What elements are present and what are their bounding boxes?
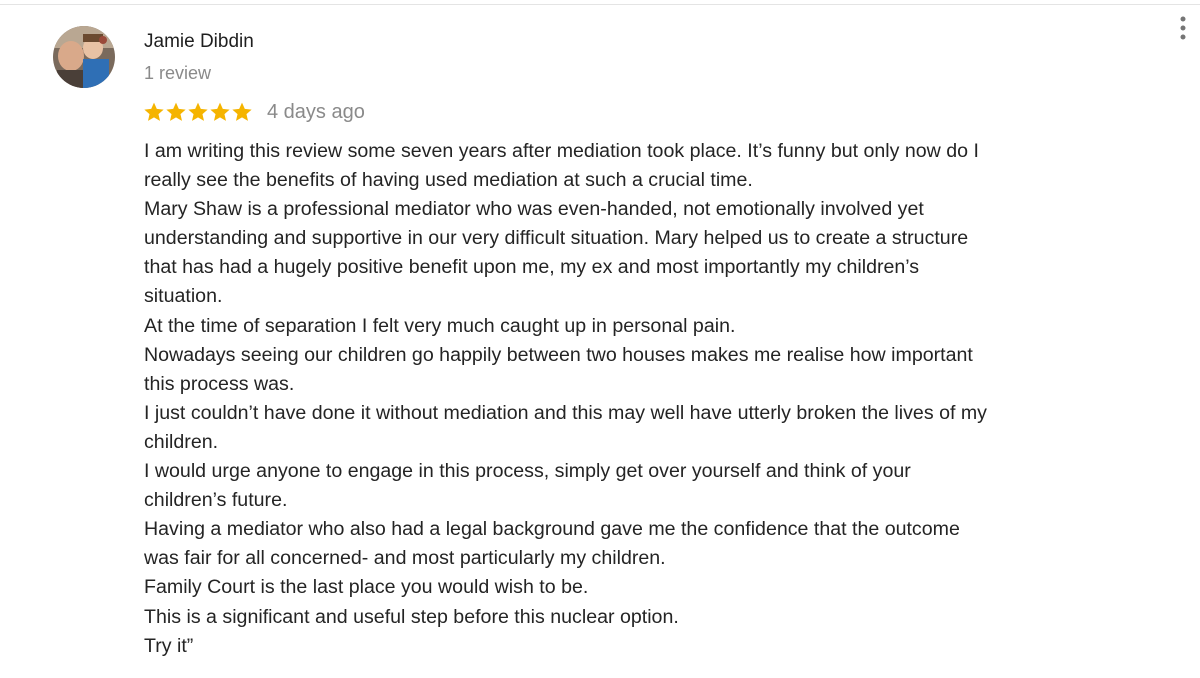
review-text-line: children. [144, 430, 219, 453]
top-divider [0, 4, 1200, 5]
avatar-photo [53, 26, 115, 88]
review-text-line: At the time of separation I felt very mu… [144, 314, 736, 337]
reviewer-name[interactable]: Jamie Dibdin [144, 31, 254, 53]
review-text-line: Nowadays seeing our children go happily … [144, 343, 973, 366]
review-text-line: Try it” [144, 634, 194, 657]
star-icon [188, 102, 208, 121]
review-body: I am writing this review some seven year… [144, 137, 1154, 661]
star-icon [144, 102, 164, 121]
review-text-line: situation. [144, 285, 223, 308]
review-text-line: Mary Shaw is a professional mediator who… [144, 198, 924, 221]
review-text-line: was fair for all concerned- and most par… [144, 547, 666, 570]
review-count: 1 review [144, 63, 212, 83]
review-text-line: I am writing this review some seven year… [144, 140, 979, 162]
review-text-line: I just couldn’t have done it without med… [144, 401, 987, 424]
review-text-line: this process was. [144, 372, 295, 395]
star-icon [210, 102, 230, 121]
review-text-line: Having a mediator who also had a legal b… [144, 518, 960, 541]
star-icon [166, 102, 186, 121]
review-text-line: I would urge anyone to engage in this pr… [144, 460, 911, 483]
rating-row: 4 days ago [143, 99, 365, 125]
review-date: 4 days ago [267, 100, 365, 123]
star-rating [143, 101, 253, 123]
review-text-line: This is a significant and useful step be… [144, 605, 679, 628]
more-vert-icon[interactable] [1176, 14, 1190, 42]
reviewer-avatar[interactable] [53, 26, 115, 88]
review-text-line: really see the benefits of having used m… [144, 169, 753, 192]
star-icon [232, 102, 252, 121]
review-text-line: Family Court is the last place you would… [144, 576, 589, 599]
review-text-line: that has had a hugely positive benefit u… [144, 256, 920, 279]
review-text-line: children’s future. [144, 489, 288, 512]
review-text-line: understanding and supportive in our very… [144, 227, 969, 250]
